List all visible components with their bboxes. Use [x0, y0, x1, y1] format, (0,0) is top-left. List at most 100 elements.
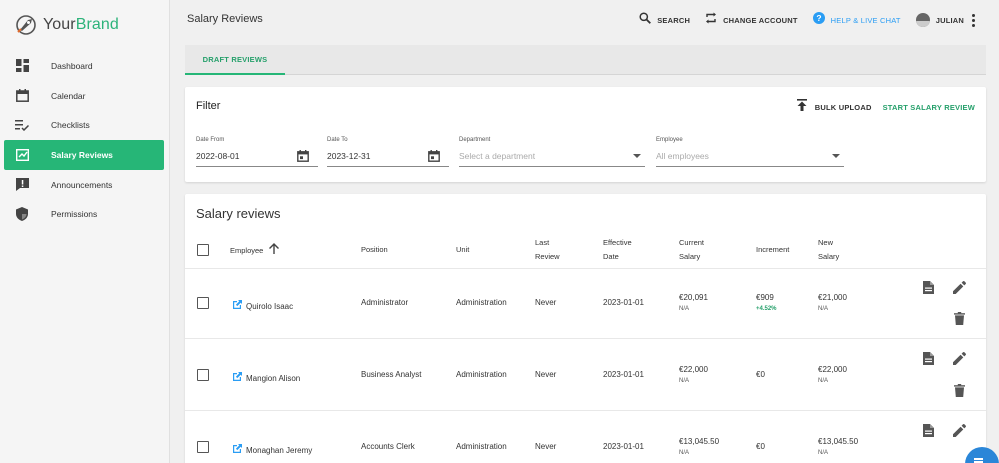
- employee-link[interactable]: Mangion Alison: [232, 369, 300, 387]
- date-from-underline: [196, 166, 318, 167]
- reviews-title: Salary reviews: [196, 206, 281, 221]
- calendar-icon: [14, 88, 30, 104]
- employee-select[interactable]: Employee All employees: [656, 137, 844, 167]
- effective-header-line1: Effective: [603, 238, 632, 247]
- trash-icon[interactable]: [954, 384, 965, 402]
- current-salary-cell: €13,045.50: [679, 437, 720, 446]
- employee-name: Mangion Alison: [246, 373, 301, 383]
- date-to-underline: [327, 166, 449, 167]
- help-icon: ?: [812, 11, 825, 29]
- row-divider: [185, 338, 986, 339]
- column-header-new-salary[interactable]: New Salary: [818, 236, 839, 264]
- increment-percent: +4.52%: [756, 306, 777, 312]
- sidebar-item-announcements[interactable]: Announcements: [4, 170, 164, 200]
- open-external-icon: [232, 369, 243, 387]
- salary-review-icon: [14, 147, 30, 163]
- current-salary-cell: €22,000: [679, 365, 708, 374]
- document-icon[interactable]: [923, 352, 934, 370]
- column-header-effective-date[interactable]: Effective Date: [603, 236, 632, 264]
- employee-placeholder: All employees: [656, 151, 709, 161]
- date-to-label: Date To: [327, 137, 348, 143]
- position-cell: Business Analyst: [361, 370, 422, 379]
- new-salary-cell: €22,000: [818, 365, 847, 374]
- avatar: [915, 13, 930, 27]
- chevron-down-icon: [633, 154, 641, 158]
- row-checkbox[interactable]: [197, 441, 209, 453]
- last-review-header-line1: Last: [535, 238, 550, 247]
- calendar-icon[interactable]: [297, 149, 309, 167]
- new-salary-sub: N/A: [818, 306, 829, 312]
- current-header-line1: Current: [679, 238, 705, 247]
- brand-logo[interactable]: YourBrand: [14, 12, 119, 38]
- more-options-icon[interactable]: [972, 13, 975, 27]
- chevron-down-icon: [832, 154, 840, 158]
- sort-arrow-up-icon[interactable]: [269, 243, 280, 259]
- sidebar-item-label: Announcements: [51, 179, 113, 190]
- date-from-field[interactable]: Date From 2022-08-01: [196, 137, 318, 167]
- trash-icon[interactable]: [954, 312, 965, 330]
- tab-draft-reviews[interactable]: DRAFT REVIEWS: [185, 45, 285, 75]
- new-header-line1: New: [818, 238, 834, 247]
- date-from-label: Date From: [196, 137, 225, 143]
- sidebar-item-label: Salary Reviews: [51, 149, 113, 160]
- edit-icon[interactable]: [953, 281, 966, 299]
- sidebar-item-calendar[interactable]: Calendar: [4, 81, 164, 111]
- employee-underline: [656, 166, 844, 167]
- last-review-cell: Never: [535, 370, 557, 379]
- unit-cell: Administration: [456, 442, 507, 451]
- user-menu[interactable]: JULIAN: [915, 13, 964, 27]
- search-button[interactable]: SEARCH: [639, 11, 690, 29]
- column-header-last-review[interactable]: Last Review: [535, 236, 560, 264]
- help-label: HELP & LIVE CHAT: [830, 15, 901, 25]
- announcement-icon: [14, 177, 30, 193]
- sidebar-item-checklists[interactable]: Checklists: [4, 110, 164, 140]
- current-salary-sub: N/A: [679, 450, 690, 456]
- help-chat-button[interactable]: ? HELP & LIVE CHAT: [812, 11, 901, 29]
- employee-link[interactable]: Monaghan Jeremy: [232, 441, 312, 459]
- filter-card: Filter BULK UPLOAD START SALARY REVIEW D…: [185, 87, 986, 182]
- sidebar-item-dashboard[interactable]: Dashboard: [4, 51, 164, 81]
- checklist-icon: [14, 117, 30, 133]
- search-icon: [639, 11, 652, 29]
- last-review-cell: Never: [535, 442, 557, 451]
- shield-icon: [14, 206, 30, 222]
- new-header-line2: Salary: [818, 252, 840, 261]
- column-header-unit[interactable]: Unit: [456, 243, 469, 257]
- date-from-value: 2022-08-01: [196, 151, 240, 161]
- select-all-checkbox[interactable]: [197, 244, 209, 256]
- start-salary-review-button[interactable]: START SALARY REVIEW: [883, 103, 975, 112]
- date-to-field[interactable]: Date To 2023-12-31: [327, 137, 449, 167]
- column-header-increment[interactable]: Increment: [756, 243, 789, 257]
- increment-cell: €909: [756, 293, 774, 302]
- edit-icon[interactable]: [953, 424, 966, 442]
- calendar-icon[interactable]: [428, 149, 440, 167]
- row-checkbox[interactable]: [197, 297, 209, 309]
- department-select[interactable]: Department Select a department: [459, 137, 645, 167]
- top-actions: SEARCH CHANGE ACCOUNT ? HELP & LIVE CHAT…: [624, 11, 975, 29]
- last-review-header-line2: Review: [535, 252, 560, 261]
- row-checkbox[interactable]: [197, 369, 209, 381]
- new-salary-cell: €13,045.50: [818, 437, 859, 446]
- new-salary-cell: €21,000: [818, 293, 847, 302]
- edit-icon[interactable]: [953, 352, 966, 370]
- user-name: JULIAN: [935, 15, 964, 25]
- position-cell: Accounts Clerk: [361, 442, 415, 451]
- sidebar: YourBrand Dashboard Calendar Checklists …: [0, 0, 170, 463]
- document-icon[interactable]: [923, 424, 934, 442]
- open-external-icon: [232, 441, 243, 459]
- increment-cell: €0: [756, 442, 765, 451]
- effective-header-line2: Date: [603, 252, 619, 261]
- sidebar-item-permissions[interactable]: Permissions: [4, 199, 164, 229]
- employee-link[interactable]: Quirolo Isaac: [232, 297, 293, 315]
- date-to-value: 2023-12-31: [327, 151, 371, 161]
- page-title: Salary Reviews: [187, 13, 263, 25]
- effective-date-cell: 2023-01-01: [603, 370, 644, 379]
- column-header-employee[interactable]: Employee: [230, 243, 280, 259]
- open-external-icon: [232, 297, 243, 315]
- document-icon[interactable]: [923, 281, 934, 299]
- column-header-position[interactable]: Position: [361, 243, 388, 257]
- sidebar-item-salary-reviews[interactable]: Salary Reviews: [4, 140, 164, 170]
- column-header-current-salary[interactable]: Current Salary: [679, 236, 704, 264]
- bulk-upload-button[interactable]: BULK UPLOAD: [796, 98, 872, 116]
- change-account-button[interactable]: CHANGE ACCOUNT: [705, 11, 798, 29]
